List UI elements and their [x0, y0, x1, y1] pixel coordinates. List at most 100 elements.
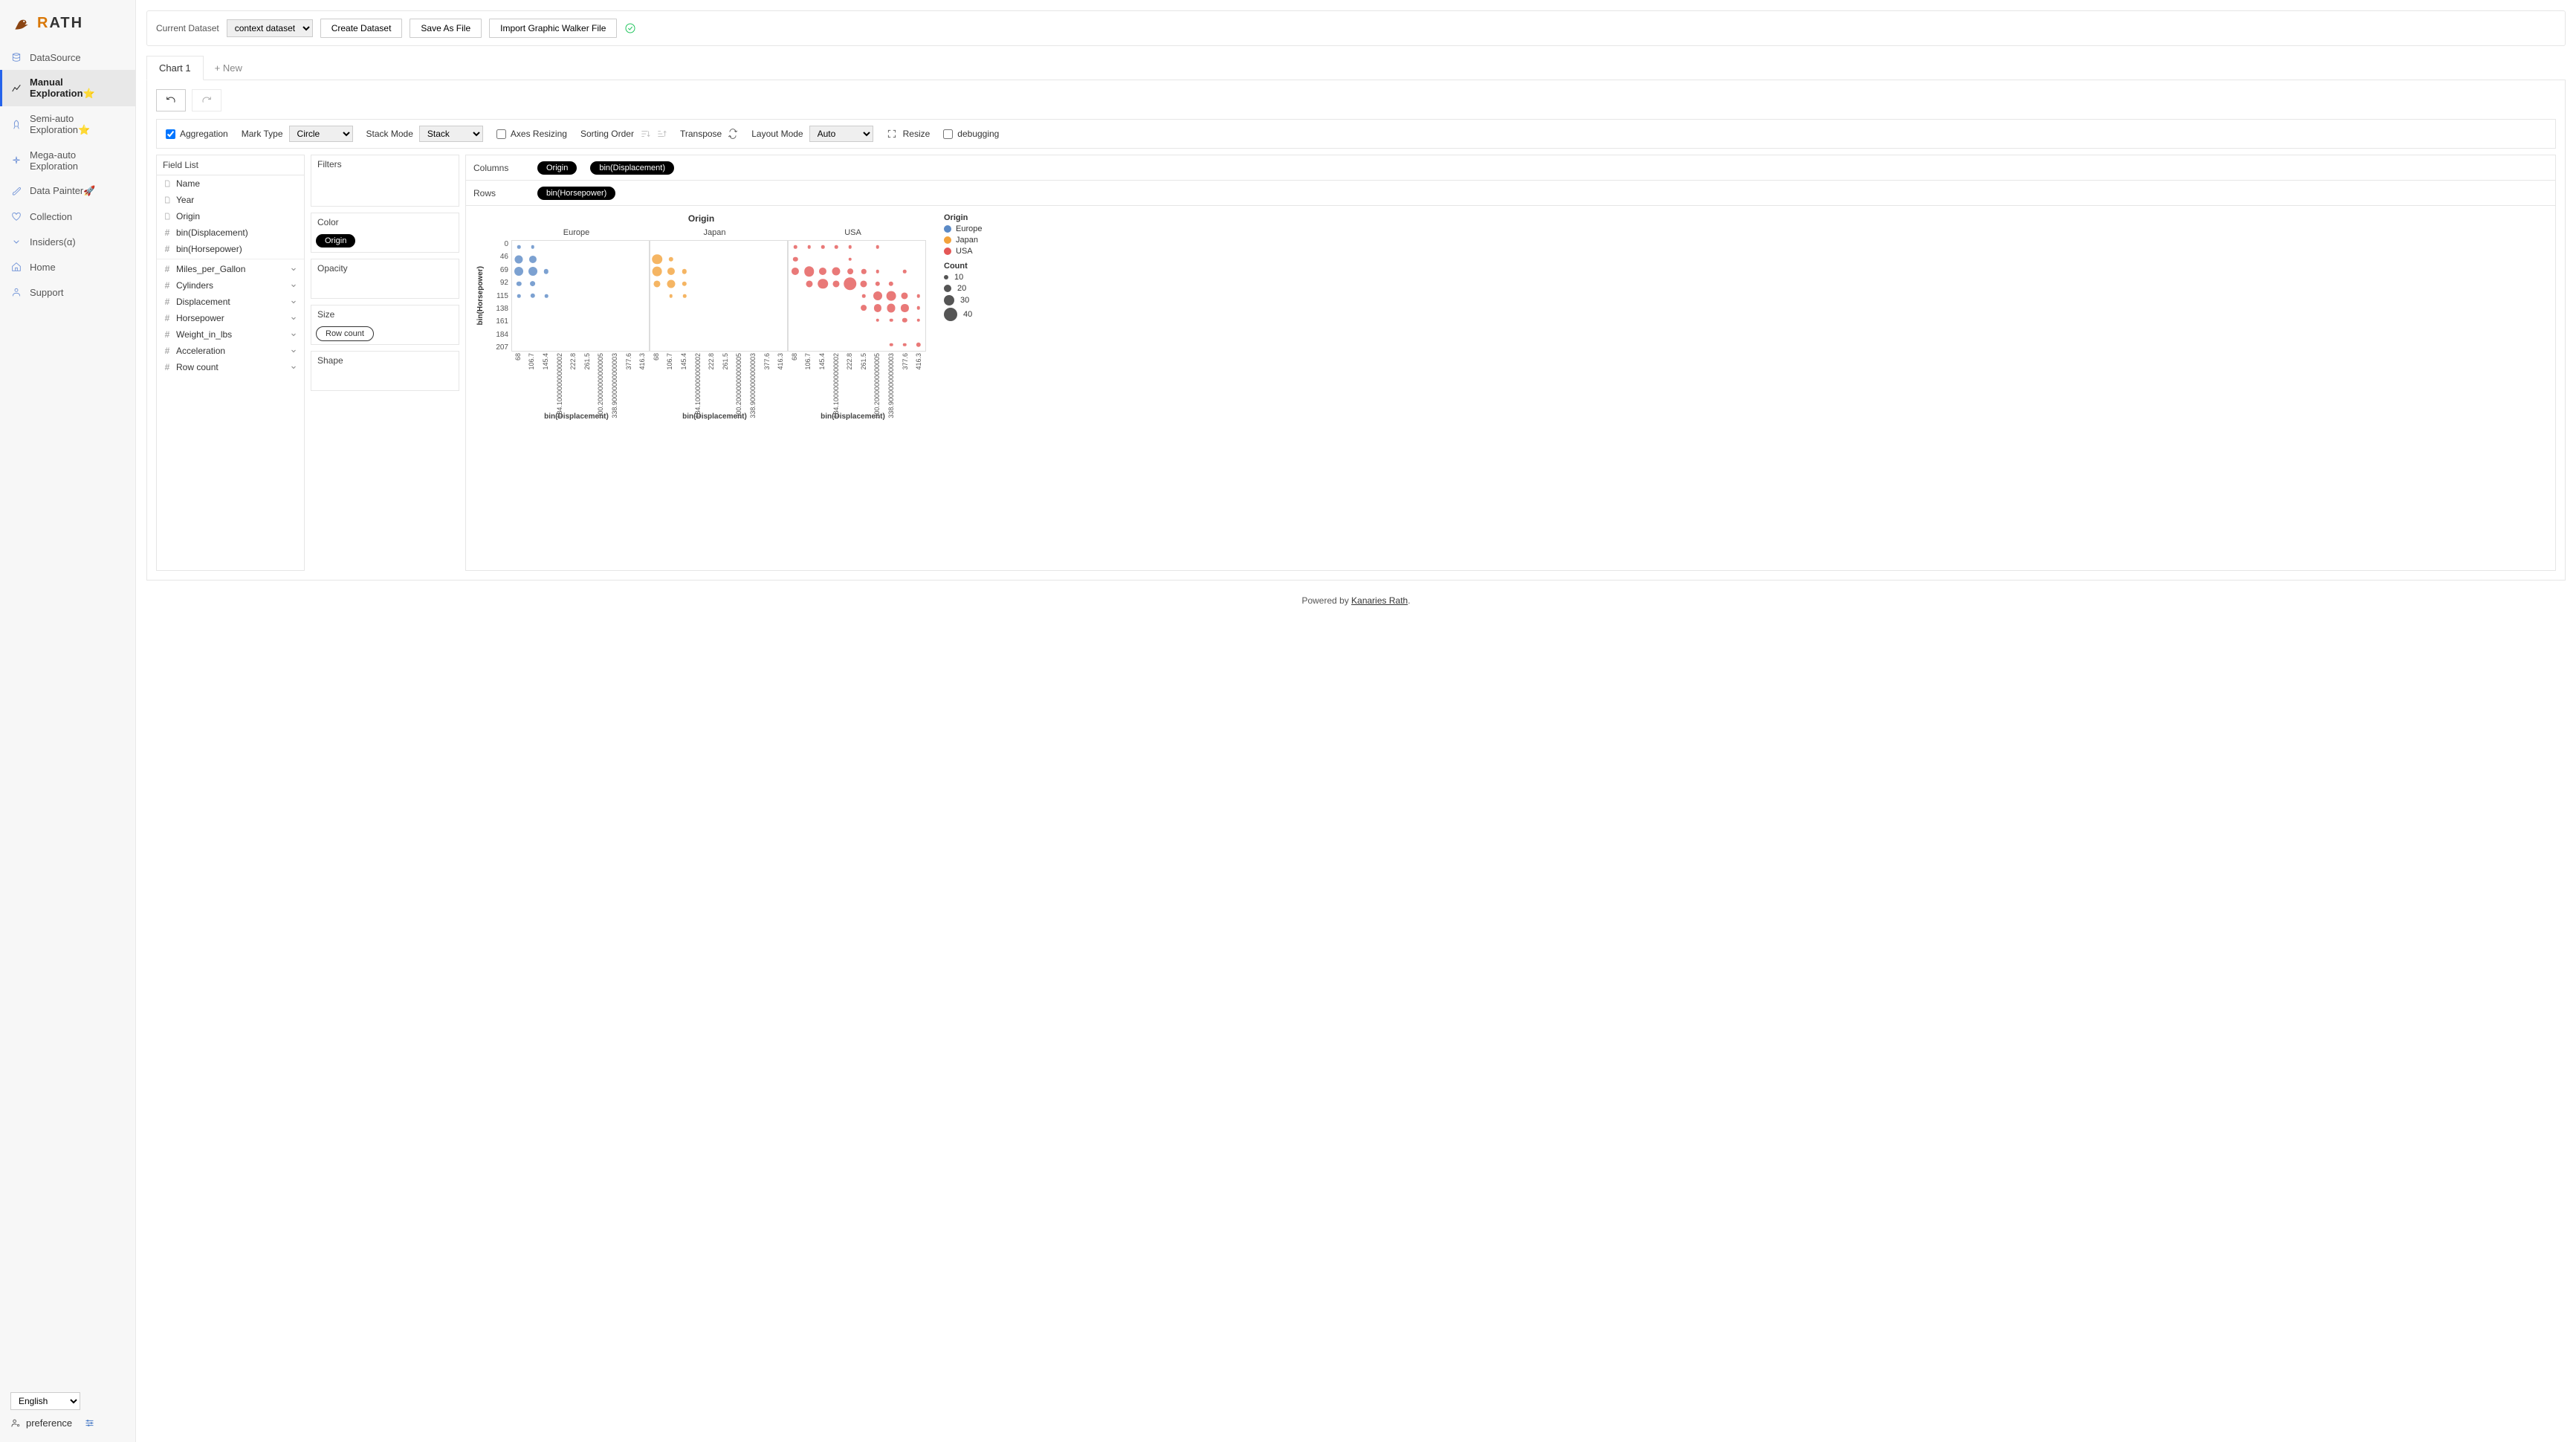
transpose-icon	[728, 129, 738, 139]
language-select[interactable]: English	[10, 1392, 80, 1410]
columns-shelf[interactable]: Columns Origin bin(Displacement)	[466, 155, 2555, 181]
debugging-toggle[interactable]: debugging	[943, 129, 999, 139]
sidebar-item-mega-auto-exploration[interactable]: Mega-auto Exploration	[0, 143, 135, 178]
redo-button[interactable]	[192, 89, 221, 111]
sidebar-item-home[interactable]: Home	[0, 254, 135, 279]
resize-button[interactable]: Resize	[887, 129, 931, 139]
sliders-icon[interactable]	[84, 1417, 95, 1429]
facet-header: Europe	[508, 228, 646, 240]
x-axis-label: bin(Displacement)	[784, 413, 922, 424]
encodings-column: Filters ColorOrigin Opacity SizeRow coun…	[311, 155, 459, 391]
field-weight-in-lbs[interactable]: #Weight_in_lbs	[157, 326, 304, 343]
sort-asc-icon[interactable]	[640, 129, 650, 139]
home-icon	[10, 261, 22, 273]
transpose-button[interactable]: Transpose	[680, 129, 738, 139]
layout-mode-select[interactable]: Auto	[809, 126, 873, 142]
mark-type-select[interactable]: Circle	[289, 126, 353, 142]
sparkle-icon	[10, 155, 22, 166]
facet-plot-europe	[511, 240, 650, 352]
mark-type-label: Mark Type	[242, 129, 283, 139]
tab-chart-1[interactable]: Chart 1	[146, 56, 204, 80]
size-legend-title: Count	[944, 262, 982, 271]
color-legend-title: Origin	[944, 213, 982, 222]
field-cylinders[interactable]: #Cylinders	[157, 277, 304, 294]
main-content: Current Dataset context dataset Create D…	[136, 0, 2576, 1442]
nav-list: DataSource Manual Exploration⭐ Semi-auto E…	[0, 40, 135, 1385]
legend-item: Japan	[944, 236, 982, 245]
dataset-select[interactable]: context dataset	[227, 19, 313, 37]
filters-shelf[interactable]: Filters	[311, 155, 459, 207]
columns-pill[interactable]: Origin	[537, 161, 577, 175]
redo-icon	[201, 94, 213, 106]
sort-desc-icon[interactable]	[656, 129, 667, 139]
sidebar: RATH DataSource Manual Exploration⭐ Semi-a…	[0, 0, 136, 1442]
legend-item: USA	[944, 247, 982, 256]
preference-label: preference	[26, 1417, 72, 1429]
sorting-order-group: Sorting Order	[580, 129, 667, 139]
facet-header: USA	[784, 228, 922, 240]
expand-icon	[887, 129, 897, 139]
sidebar-item-data-painter[interactable]: Data Painter🚀	[0, 178, 135, 204]
rows-pill[interactable]: bin(Horsepower)	[537, 187, 615, 200]
brand-r: R	[37, 15, 49, 31]
sidebar-item-collection[interactable]: Collection	[0, 204, 135, 229]
field-name[interactable]: Name	[157, 175, 304, 192]
chevron-down-icon	[289, 346, 298, 355]
import-walker-button[interactable]: Import Graphic Walker File	[489, 19, 617, 38]
database-icon	[10, 51, 22, 63]
tab-add-new[interactable]: + New	[203, 56, 254, 80]
field-bin-displacement-[interactable]: #bin(Displacement)	[157, 224, 304, 241]
undo-icon	[165, 94, 177, 106]
save-as-file-button[interactable]: Save As File	[410, 19, 482, 38]
color-shelf[interactable]: ColorOrigin	[311, 213, 459, 253]
field-list-panel: Field List NameYearOrigin#bin(Displaceme…	[156, 155, 305, 571]
size-shelf[interactable]: SizeRow count	[311, 305, 459, 345]
columns-pill[interactable]: bin(Displacement)	[590, 161, 674, 175]
create-dataset-button[interactable]: Create Dataset	[320, 19, 403, 38]
undo-button[interactable]	[156, 89, 186, 111]
sidebar-item-manual-exploration[interactable]: Manual Exploration⭐	[0, 70, 135, 106]
sidebar-item-semi-auto-exploration[interactable]: Semi-auto Exploration⭐	[0, 106, 135, 143]
legend-size-item: 30	[944, 295, 982, 305]
sidebar-item-support[interactable]: Support	[0, 279, 135, 305]
sidebar-item-insiders-[interactable]: Insiders(α)	[0, 229, 135, 254]
facet-header: Japan	[646, 228, 784, 240]
footer: Powered by Kanaries Rath.	[136, 591, 2576, 615]
opacity-shelf[interactable]: Opacity	[311, 259, 459, 299]
size-pill-rowcount[interactable]: Row count	[316, 326, 374, 341]
field-miles-per-gallon[interactable]: #Miles_per_Gallon	[157, 261, 304, 277]
preference-link[interactable]: preference	[10, 1417, 125, 1429]
rows-shelf[interactable]: Rows bin(Horsepower)	[466, 181, 2555, 206]
field-origin[interactable]: Origin	[157, 208, 304, 224]
dataset-topbar: Current Dataset context dataset Create D…	[146, 10, 2566, 46]
axes-resizing-toggle[interactable]: Axes Resizing	[496, 129, 567, 139]
field-year[interactable]: Year	[157, 192, 304, 208]
aggregation-toggle[interactable]: Aggregation	[166, 129, 228, 139]
sidebar-item-datasource[interactable]: DataSource	[0, 45, 135, 70]
stack-mode-select[interactable]: Stack	[419, 126, 483, 142]
brand-rest: ATH	[49, 15, 83, 31]
chevron-down-icon	[10, 236, 22, 248]
field-row-count[interactable]: #Row count	[157, 359, 304, 375]
x-axis-label: bin(Displacement)	[646, 413, 784, 424]
legend-item: Europe	[944, 224, 982, 233]
field-bin-horsepower-[interactable]: #bin(Horsepower)	[157, 241, 304, 257]
y-axis-label: bin(Horsepower)	[476, 266, 485, 325]
chevron-down-icon	[289, 363, 298, 372]
nav-label: Collection	[30, 211, 72, 222]
field-horsepower[interactable]: #Horsepower	[157, 310, 304, 326]
current-dataset-label: Current Dataset	[156, 23, 219, 33]
shape-shelf[interactable]: Shape	[311, 351, 459, 391]
rocket-icon	[10, 119, 22, 131]
x-axis-ticks: 68106.7145.4184.10000000000002222.8261.5…	[508, 353, 646, 411]
columns-shelf-label: Columns	[466, 163, 530, 173]
field-acceleration[interactable]: #Acceleration	[157, 343, 304, 359]
footer-link[interactable]: Kanaries Rath	[1351, 595, 1408, 606]
facet-plot-usa	[788, 240, 926, 352]
nav-label: Home	[30, 262, 56, 273]
color-pill-origin[interactable]: Origin	[316, 234, 355, 248]
chart-legend: OriginEuropeJapanUSACount10203040	[939, 213, 982, 563]
field-displacement[interactable]: #Displacement	[157, 294, 304, 310]
nav-label: Manual Exploration⭐	[30, 77, 125, 100]
layout-mode-label: Layout Mode	[751, 129, 803, 139]
